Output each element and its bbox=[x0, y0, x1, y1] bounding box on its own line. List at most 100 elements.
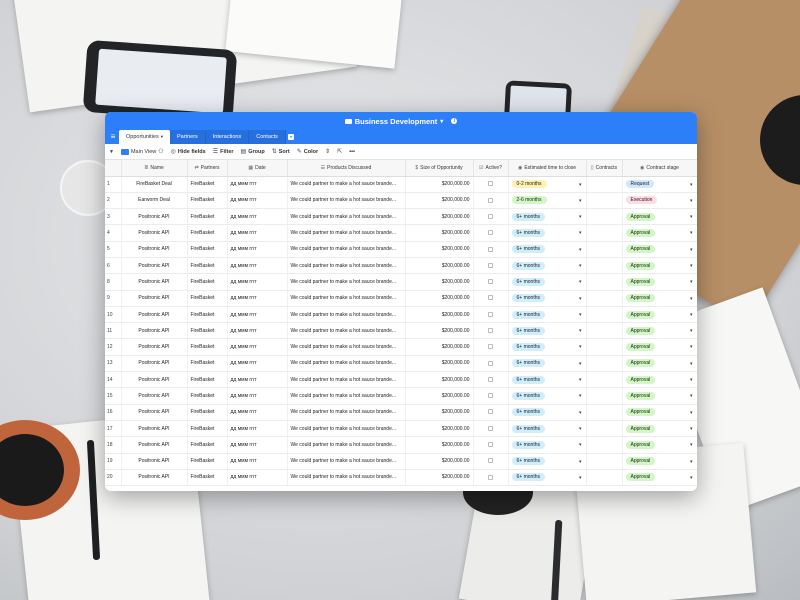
chevron-down-icon[interactable]: ▾ bbox=[579, 296, 582, 302]
table-row[interactable]: 11 Positronic API FireBasket дд ммм гггг We … bbox=[105, 322, 697, 340]
chevron-down-icon[interactable]: ▾ bbox=[690, 426, 693, 432]
time-cell[interactable]: 6+ months ▾ bbox=[508, 355, 587, 373]
size-cell[interactable]: $200,000.00 bbox=[405, 322, 474, 340]
active-checkbox[interactable] bbox=[488, 344, 493, 350]
chevron-down-icon[interactable]: ▾ bbox=[690, 279, 693, 285]
chevron-down-icon[interactable]: ▾ bbox=[579, 182, 582, 188]
contracts-cell[interactable] bbox=[586, 338, 623, 356]
chevron-down-icon[interactable]: ▾ bbox=[579, 442, 582, 448]
chevron-down-icon[interactable]: ▾ bbox=[690, 459, 693, 465]
active-checkbox[interactable] bbox=[488, 425, 493, 431]
chevron-down-icon[interactable]: ▾ bbox=[690, 344, 693, 350]
products-cell[interactable]: We could partner to make a hot sauce bra… bbox=[287, 241, 406, 258]
share-view-button[interactable]: ⇱ bbox=[337, 148, 342, 155]
active-checkbox[interactable] bbox=[488, 376, 493, 382]
group-button[interactable]: ▤ Group bbox=[241, 148, 265, 156]
time-cell[interactable]: 0-2 months ▾ bbox=[508, 176, 587, 193]
active-cell[interactable] bbox=[473, 322, 509, 340]
stage-cell[interactable]: Approval ▾ bbox=[622, 371, 697, 389]
date-cell[interactable]: дд ммм гггг bbox=[227, 257, 288, 275]
active-cell[interactable] bbox=[473, 387, 509, 405]
chevron-down-icon[interactable]: ▾ bbox=[690, 296, 693, 302]
contracts-cell[interactable] bbox=[586, 273, 623, 291]
column-header-time[interactable]: ◉ Estimated time to close bbox=[508, 160, 587, 177]
size-cell[interactable]: $200,000.00 bbox=[405, 241, 474, 258]
chevron-down-icon[interactable]: ▾ bbox=[690, 312, 693, 318]
hamburger-menu-icon[interactable]: ≡ bbox=[107, 130, 119, 144]
time-cell[interactable]: 6+ months ▾ bbox=[508, 306, 587, 324]
products-cell[interactable]: We could partner to make a hot sauce bra… bbox=[287, 224, 406, 242]
active-cell[interactable] bbox=[473, 224, 509, 242]
chevron-down-icon[interactable]: ▾ bbox=[579, 361, 582, 367]
table-row[interactable]: 17 Positronic API FireBasket дд ммм гггг We … bbox=[105, 420, 697, 438]
stage-cell[interactable]: Approval ▾ bbox=[622, 322, 697, 340]
active-checkbox[interactable] bbox=[488, 393, 493, 399]
size-cell[interactable]: $200,000.00 bbox=[405, 192, 474, 210]
table-row[interactable]: 6 Positronic API FireBasket дд ммм гггг We c… bbox=[105, 257, 697, 275]
column-header-products[interactable]: ☰ Products Discussed bbox=[287, 160, 406, 177]
active-cell[interactable] bbox=[473, 306, 509, 324]
column-header-size[interactable]: $ Size of Opportunity bbox=[405, 160, 474, 177]
column-header-partners[interactable]: ⇄ Partners bbox=[187, 160, 228, 177]
chevron-down-icon[interactable]: ▾ bbox=[440, 118, 443, 125]
chevron-down-icon[interactable]: ▾ bbox=[690, 230, 693, 236]
name-cell[interactable]: Positronic API bbox=[121, 241, 188, 258]
partner-cell[interactable]: FireBasket bbox=[187, 192, 228, 210]
contracts-cell[interactable] bbox=[586, 469, 623, 487]
chevron-down-icon[interactable]: ▾ bbox=[579, 247, 582, 253]
size-cell[interactable]: $200,000.00 bbox=[405, 404, 474, 421]
date-cell[interactable]: дд ммм гггг bbox=[227, 436, 288, 454]
active-checkbox[interactable] bbox=[488, 360, 493, 366]
size-cell[interactable]: $200,000.00 bbox=[405, 290, 474, 307]
name-cell[interactable]: Positronic API bbox=[121, 338, 188, 356]
time-cell[interactable]: 6+ months ▾ bbox=[508, 322, 587, 340]
tab-interactions[interactable]: Interactions bbox=[205, 130, 250, 144]
products-cell[interactable]: We could partner to make a hot sauce bra… bbox=[287, 436, 406, 454]
size-cell[interactable]: $200,000.00 bbox=[405, 208, 474, 226]
time-cell[interactable]: 6+ months ▾ bbox=[508, 273, 587, 291]
size-cell[interactable]: $200,000.00 bbox=[405, 371, 474, 389]
chevron-down-icon[interactable]: ▾ bbox=[690, 247, 693, 253]
active-checkbox[interactable] bbox=[488, 213, 493, 219]
date-cell[interactable]: дд ммм гггг bbox=[227, 322, 288, 340]
info-icon[interactable]: i bbox=[451, 118, 458, 124]
time-cell[interactable]: 6+ months ▾ bbox=[508, 453, 587, 470]
size-cell[interactable]: $200,000.00 bbox=[405, 338, 474, 356]
active-cell[interactable] bbox=[473, 404, 509, 421]
chevron-down-icon[interactable]: ▾ bbox=[579, 230, 582, 236]
active-checkbox[interactable] bbox=[488, 409, 493, 415]
contracts-cell[interactable] bbox=[586, 322, 623, 340]
contracts-cell[interactable] bbox=[586, 290, 623, 307]
active-cell[interactable] bbox=[473, 453, 509, 470]
name-cell[interactable]: Positronic API bbox=[121, 273, 188, 291]
active-checkbox[interactable] bbox=[488, 262, 493, 268]
chevron-down-icon[interactable]: ▾ bbox=[579, 377, 582, 383]
chevron-down-icon[interactable]: ▾ bbox=[690, 377, 693, 383]
size-cell[interactable]: $200,000.00 bbox=[405, 273, 474, 291]
contracts-cell[interactable] bbox=[586, 176, 623, 193]
base-title[interactable]: Business Development bbox=[355, 117, 438, 126]
active-cell[interactable] bbox=[473, 192, 509, 210]
name-cell[interactable]: Positronic API bbox=[121, 355, 188, 373]
partner-cell[interactable]: FireBasket bbox=[187, 469, 228, 487]
time-cell[interactable]: 6+ months ▾ bbox=[508, 338, 587, 356]
name-cell[interactable]: Positronic API bbox=[121, 290, 188, 307]
chevron-down-icon[interactable]: ▼ bbox=[109, 149, 114, 155]
contracts-cell[interactable] bbox=[586, 306, 623, 324]
time-cell[interactable]: 6+ months ▾ bbox=[508, 420, 587, 438]
table-row[interactable]: 16 Positronic API FireBasket дд ммм гггг We … bbox=[105, 404, 697, 421]
products-cell[interactable]: We could partner to make a hot sauce bra… bbox=[287, 273, 406, 291]
partner-cell[interactable]: FireBasket bbox=[187, 241, 228, 258]
chevron-down-icon[interactable]: ▾ bbox=[579, 459, 582, 465]
chevron-down-icon[interactable]: ▾ bbox=[579, 198, 582, 204]
partner-cell[interactable]: FireBasket bbox=[187, 306, 228, 324]
chevron-down-icon[interactable]: ▾ bbox=[690, 214, 693, 220]
date-cell[interactable]: дд ммм гггг bbox=[227, 355, 288, 373]
table-row[interactable]: 4 Positronic API FireBasket дд ммм гггг We c… bbox=[105, 224, 697, 242]
size-cell[interactable]: $200,000.00 bbox=[405, 224, 474, 242]
size-cell[interactable]: $200,000.00 bbox=[405, 453, 474, 470]
stage-cell[interactable]: Approval ▾ bbox=[622, 273, 697, 291]
date-cell[interactable]: дд ммм гггг bbox=[227, 453, 288, 470]
stage-cell[interactable]: Approval ▾ bbox=[622, 404, 697, 421]
date-cell[interactable]: дд ммм гггг bbox=[227, 371, 288, 389]
